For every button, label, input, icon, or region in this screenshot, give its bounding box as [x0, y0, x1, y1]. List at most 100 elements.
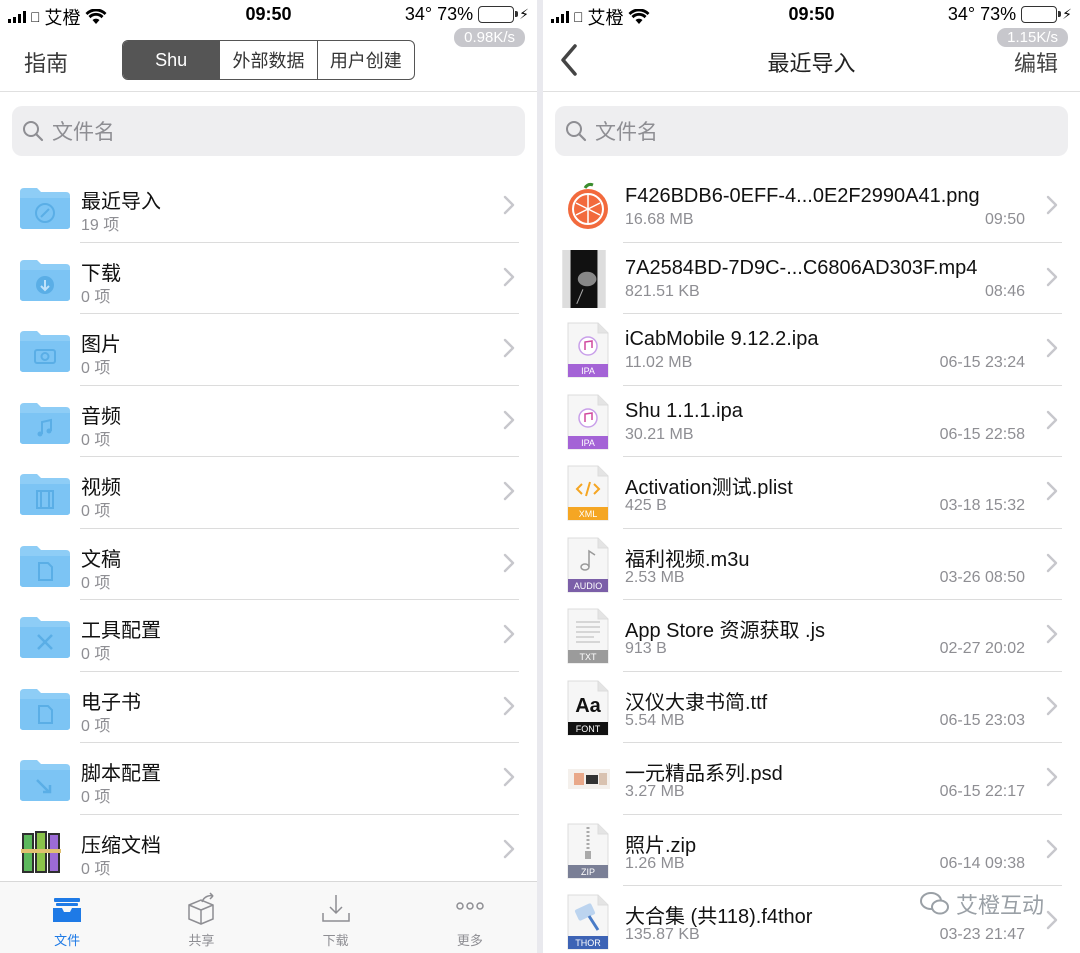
- document-folder-icon: [20, 545, 70, 587]
- search-input[interactable]: 文件名: [555, 106, 1068, 156]
- watermark: 艾橙互动: [919, 888, 1044, 920]
- folder-row[interactable]: 视频 0 项: [0, 457, 537, 529]
- segment-shu[interactable]: Shu: [123, 41, 220, 79]
- file-row[interactable]: TXT App Store 资源获取 .js 913 B 02-27 20:02: [543, 600, 1080, 672]
- file-row[interactable]: AUDIO 福利视频.m3u 2.53 MB 03-26 08:50: [543, 529, 1080, 601]
- chevron-right-icon: [1046, 839, 1058, 858]
- ipa-music-icon: IPA: [567, 322, 609, 378]
- file-type-badge: IPA: [581, 366, 595, 376]
- folder-name: 图片: [81, 334, 121, 356]
- script-folder-icon: [20, 760, 70, 801]
- folder-row[interactable]: 图片 0 项: [0, 314, 537, 386]
- file-row[interactable]: Aa FONT 汉仪大隶书简.ttf 5.54 MB 06-15 23:03: [543, 672, 1080, 744]
- camera-folder-icon: [20, 331, 70, 372]
- search-placeholder: 文件名: [595, 121, 658, 144]
- folder-row[interactable]: 下载 0 项: [0, 243, 537, 315]
- file-time: 02-27 20:02: [939, 640, 1025, 657]
- file-row[interactable]: IPA iCabMobile 9.12.2.ipa 11.02 MB 06-15 23…: [543, 314, 1080, 386]
- folder-row[interactable]: 文稿 0 项: [0, 529, 537, 601]
- file-row[interactable]: ZIP 照片.zip 1.26 MB 06-14 09:38: [543, 815, 1080, 887]
- back-button[interactable]: [555, 42, 585, 78]
- files-home-screen:  艾橙 09:50 34° 73% ⚡ 0.98K/s 指南 Shu 外部数据…: [0, 0, 537, 953]
- file-type-badge: ZIP: [581, 867, 595, 877]
- tab-share-label: 共享: [188, 933, 215, 948]
- tab-bar: 文件 共享 下载 更多: [0, 881, 537, 953]
- chevron-right-icon: [503, 481, 515, 501]
- file-size: 3.27 MB: [625, 783, 685, 800]
- file-row[interactable]: F426BDB6-0EFF-4...0E2F2990A41.png 16.68 M…: [543, 171, 1080, 243]
- file-type-badge: TXT: [580, 652, 598, 662]
- file-name: iCabMobile 9.12.2.ipa: [625, 328, 819, 350]
- file-size: 5.54 MB: [625, 711, 685, 729]
- battery-text: 34° 73%: [947, 4, 1017, 24]
- tools-folder-icon: [20, 617, 70, 658]
- file-size: 16.68 MB: [625, 211, 694, 228]
- chevron-right-icon: [1046, 267, 1058, 286]
- thor-file-icon: THOR: [567, 894, 609, 950]
- file-name: 照片.zip: [625, 834, 697, 857]
- folder-count: 0 项: [81, 717, 111, 735]
- txt-file-icon: TXT: [567, 608, 609, 664]
- archive-books-icon: [21, 830, 61, 873]
- chevron-right-icon: [503, 553, 515, 572]
- folder-row[interactable]: 最近导入 19 项: [0, 171, 537, 243]
- file-type-badge: THOR: [575, 938, 601, 948]
- file-time: 09:50: [984, 211, 1025, 228]
- chevron-right-icon: [1046, 624, 1058, 644]
- chevron-right-icon: [503, 267, 515, 286]
- file-type-badge: XML: [579, 509, 598, 519]
- folder-list: 最近导入 19 项下载 0 项图片 0 项音频 0 项视频 0 项文稿 0 项工具配置 0 项…: [0, 171, 537, 886]
- download-icon: [321, 895, 350, 922]
- tab-share[interactable]: 共享: [134, 882, 268, 953]
- file-time: 06-15 23:03: [939, 711, 1025, 729]
- file-row[interactable]: 一元精品系列.psd 3.27 MB 06-15 22:17: [543, 743, 1080, 815]
- folder-count: 0 项: [81, 646, 111, 663]
- chevron-right-icon: [1046, 767, 1058, 787]
- folder-count: 0 项: [81, 789, 111, 806]
- file-type-badge: IPA: [581, 438, 595, 448]
- segment-user-created[interactable]: 用户创建: [316, 41, 414, 79]
- file-size: 913 B: [625, 640, 667, 657]
- folder-name: 音频: [81, 405, 121, 428]
- file-size: 11.02 MB: [625, 354, 693, 371]
- file-time: 03-26 08:50: [939, 568, 1025, 586]
- download-folder-icon: [20, 259, 70, 301]
- file-name: 一元精品系列.psd: [625, 763, 783, 785]
- wechat-icon: [919, 892, 949, 915]
- folder-name: 最近导入: [81, 191, 161, 213]
- file-row[interactable]: XML Activation测试.plist 425 B 03-18 15:32: [543, 457, 1080, 529]
- file-size: 2.53 MB: [625, 568, 685, 586]
- zip-file-icon: ZIP: [567, 823, 609, 878]
- chevron-right-icon: [503, 338, 515, 358]
- search-input[interactable]: 文件名: [12, 106, 525, 156]
- folder-count: 0 项: [81, 431, 111, 449]
- film-folder-icon: [20, 474, 70, 515]
- file-time: 06-15 23:24: [939, 354, 1025, 371]
- video-thumb: [562, 249, 606, 308]
- more-dots-icon: [456, 902, 484, 910]
- folder-row[interactable]: 工具配置 0 项: [0, 600, 537, 672]
- file-time: 08:46: [984, 282, 1025, 300]
- chevron-right-icon: [1046, 553, 1058, 572]
- folder-count: 0 项: [81, 503, 111, 520]
- tab-files[interactable]: 文件: [0, 882, 134, 953]
- folder-row[interactable]: 电子书 0 项: [0, 672, 537, 744]
- tab-more[interactable]: 更多: [403, 882, 537, 953]
- guide-button[interactable]: 指南: [24, 46, 68, 78]
- battery-group: 34° 73% ⚡: [405, 4, 529, 25]
- folder-row[interactable]: 脚本配置 0 项: [0, 743, 537, 815]
- folder-count: 0 项: [81, 574, 111, 592]
- edit-button[interactable]: 编辑: [1014, 46, 1058, 78]
- tab-download[interactable]: 下载: [269, 882, 403, 953]
- segment-external-data[interactable]: 外部数据: [219, 41, 316, 79]
- folder-row[interactable]: 压缩文档 0 项: [0, 815, 537, 887]
- file-row[interactable]: 7A2584BD-7D9C-...C6806AD303F.mp4 821.51 K…: [543, 243, 1080, 315]
- page-title: 最近导入: [767, 51, 856, 76]
- ipa-music-icon: IPA: [567, 394, 609, 449]
- font-aa-icon: Aa FONT: [567, 680, 609, 735]
- file-row[interactable]: IPA Shu 1.1.1.ipa 30.21 MB 06-15 22:58: [543, 386, 1080, 458]
- nav-bar: 指南 Shu 外部数据 用户创建: [0, 30, 537, 92]
- folder-row[interactable]: 音频 0 项: [0, 386, 537, 458]
- search-icon: [566, 121, 587, 142]
- file-name: Shu 1.1.1.ipa: [625, 399, 743, 422]
